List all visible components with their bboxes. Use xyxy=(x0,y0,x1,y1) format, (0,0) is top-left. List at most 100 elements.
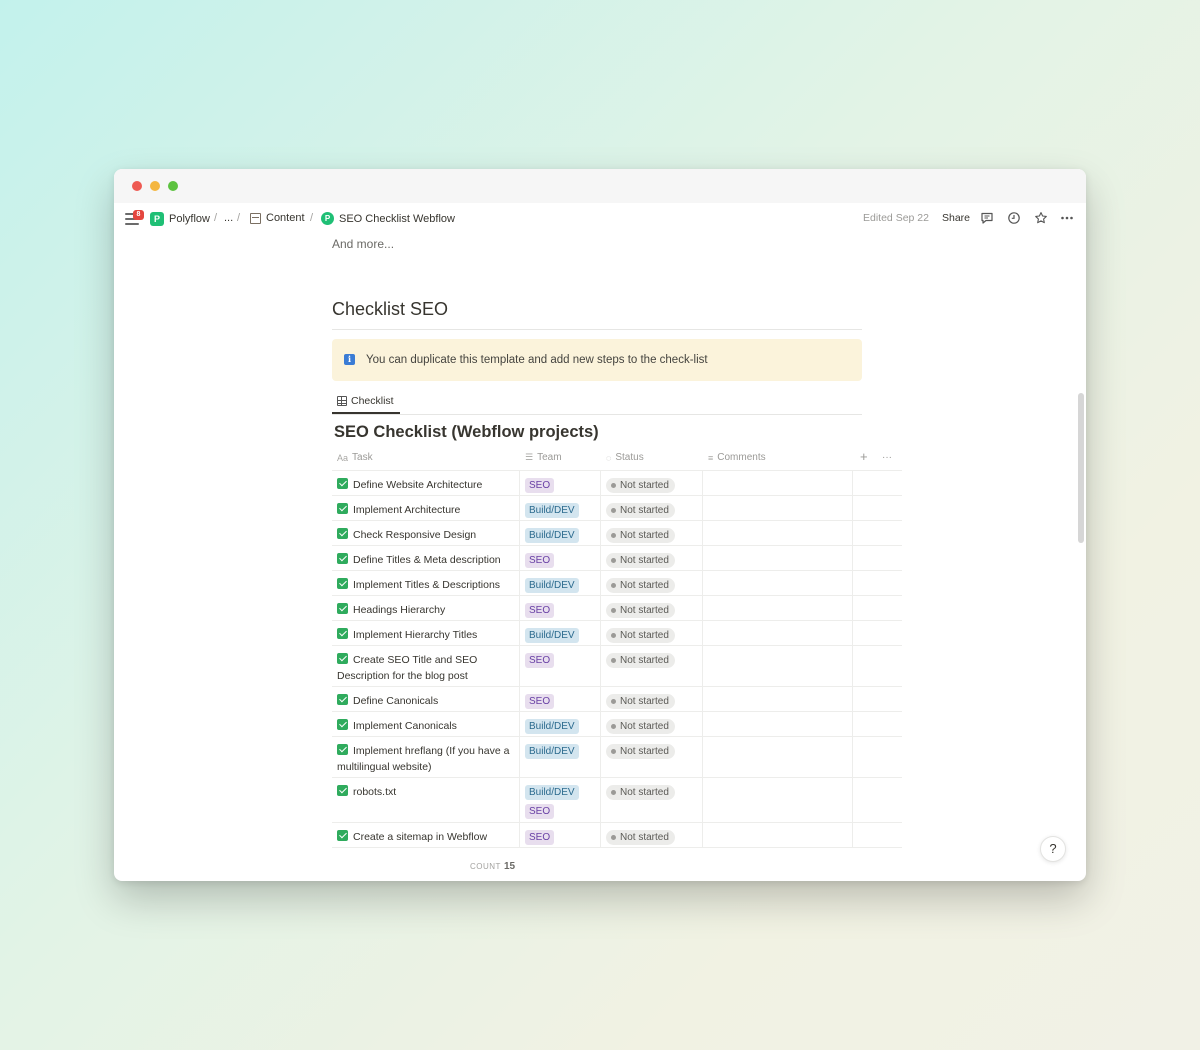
team-tag: SEO xyxy=(525,478,555,493)
comments-cell[interactable] xyxy=(703,823,852,847)
status-cell[interactable]: Not started xyxy=(606,719,675,734)
task-cell[interactable]: Create a sitemap in Webflow xyxy=(337,829,515,845)
status-label: Not started xyxy=(620,505,669,516)
table-row[interactable]: Define Titles & Meta description SEO Not s… xyxy=(332,545,902,570)
comments-cell[interactable] xyxy=(703,687,852,711)
comments-cell[interactable] xyxy=(703,621,852,645)
task-cell[interactable]: Implement Titles & Descriptions xyxy=(337,577,515,593)
close-window-button[interactable] xyxy=(132,181,142,191)
star-icon[interactable] xyxy=(1034,211,1048,225)
table-row[interactable]: Implement Titles & Descriptions Build/DEV… xyxy=(332,570,902,595)
add-property-button[interactable]: + xyxy=(860,449,868,464)
task-cell[interactable]: Headings Hierarchy xyxy=(337,602,515,618)
task-cell[interactable]: Define Website Architecture xyxy=(337,477,515,493)
status-cell[interactable]: Not started xyxy=(606,603,675,618)
team-cell[interactable]: Build/DEV SEO xyxy=(525,785,579,819)
comments-cell[interactable] xyxy=(703,496,852,520)
breadcrumb-workspace[interactable]: P Polyflow xyxy=(150,212,210,226)
database-title[interactable]: SEO Checklist (Webflow projects) xyxy=(334,423,599,442)
notification-badge[interactable]: 8 xyxy=(133,210,144,220)
task-cell[interactable]: Check Responsive Design xyxy=(337,527,515,543)
table-row[interactable]: Check Responsive Design Build/DEV Not star… xyxy=(332,520,902,545)
table-row[interactable]: Create a sitemap in Webflow SEO Not starte… xyxy=(332,822,902,847)
team-cell[interactable]: SEO xyxy=(525,553,555,568)
maximize-window-button[interactable] xyxy=(168,181,178,191)
table-row[interactable]: Define Website Architecture SEO Not starte… xyxy=(332,470,902,495)
status-cell[interactable]: Not started xyxy=(606,578,675,593)
task-cell[interactable]: robots.txt xyxy=(337,784,515,800)
team-cell[interactable]: SEO xyxy=(525,694,555,709)
team-tag: SEO xyxy=(525,653,555,668)
task-cell[interactable]: Implement hreflang (If you have a multil… xyxy=(337,743,515,775)
breadcrumb-content[interactable]: Content xyxy=(250,212,305,224)
team-cell[interactable]: SEO xyxy=(525,653,555,668)
table-row[interactable]: Implement Hierarchy Titles Build/DEV Not s… xyxy=(332,620,902,645)
status-cell[interactable]: Not started xyxy=(606,553,675,568)
clock-icon[interactable] xyxy=(1007,211,1021,225)
table-row[interactable]: Define Canonicals SEO Not started xyxy=(332,686,902,711)
column-divider xyxy=(852,521,853,545)
status-cell[interactable]: Not started xyxy=(606,785,675,800)
comments-cell[interactable] xyxy=(703,712,852,736)
status-cell[interactable]: Not started xyxy=(606,503,675,518)
column-header-team[interactable]: ☰ Team xyxy=(525,452,562,463)
table-row[interactable]: Headings Hierarchy SEO Not started xyxy=(332,595,902,620)
breadcrumb-ellipsis[interactable]: ... xyxy=(224,212,233,224)
table-row[interactable]: Implement Architecture Build/DEV Not start… xyxy=(332,495,902,520)
tab-checklist[interactable]: Checklist xyxy=(332,390,400,414)
task-cell[interactable]: Implement Canonicals xyxy=(337,718,515,734)
comments-cell[interactable] xyxy=(703,596,852,620)
task-cell[interactable]: Create SEO Title and SEO Description for… xyxy=(337,652,515,684)
status-cell[interactable]: Not started xyxy=(606,830,675,845)
help-button[interactable]: ? xyxy=(1040,836,1066,862)
column-header-comments[interactable]: ≡ Comments xyxy=(708,452,766,463)
column-header-task[interactable]: Aa Task xyxy=(337,452,373,463)
task-cell[interactable]: Define Titles & Meta description xyxy=(337,552,515,568)
team-tag: SEO xyxy=(525,830,555,845)
comments-cell[interactable] xyxy=(703,646,852,686)
minimize-window-button[interactable] xyxy=(150,181,160,191)
column-divider xyxy=(600,621,601,645)
team-cell[interactable]: Build/DEV xyxy=(525,719,579,734)
polyflow-logo-icon: P xyxy=(150,212,164,226)
team-cell[interactable]: SEO xyxy=(525,478,555,493)
column-header-status[interactable]: ◌ Status xyxy=(606,452,644,463)
task-cell[interactable]: Implement Hierarchy Titles xyxy=(337,627,515,643)
comments-cell[interactable] xyxy=(703,778,852,822)
team-tag: SEO xyxy=(525,694,555,709)
comments-cell[interactable] xyxy=(703,471,852,495)
page-scrollbar[interactable] xyxy=(1078,393,1084,543)
team-tag: Build/DEV xyxy=(525,628,579,643)
status-cell[interactable]: Not started xyxy=(606,528,675,543)
status-cell[interactable]: Not started xyxy=(606,478,675,493)
task-cell[interactable]: Implement Architecture xyxy=(337,502,515,518)
comments-cell[interactable] xyxy=(703,521,852,545)
team-cell[interactable]: Build/DEV xyxy=(525,528,579,543)
column-divider xyxy=(600,571,601,595)
team-cell[interactable]: Build/DEV xyxy=(525,744,579,759)
comment-icon[interactable] xyxy=(980,211,994,225)
task-cell[interactable]: Define Canonicals xyxy=(337,693,515,709)
table-options-button[interactable]: ··· xyxy=(882,452,892,463)
table-row[interactable]: Implement Canonicals Build/DEV Not started xyxy=(332,711,902,736)
status-badge: Not started xyxy=(606,578,675,593)
team-cell[interactable]: Build/DEV xyxy=(525,578,579,593)
status-cell[interactable]: Not started xyxy=(606,744,675,759)
team-cell[interactable]: SEO xyxy=(525,603,555,618)
status-cell[interactable]: Not started xyxy=(606,653,675,668)
comments-cell[interactable] xyxy=(703,546,852,570)
table-row[interactable]: Implement hreflang (If you have a multil… xyxy=(332,736,902,777)
top-bar: 8 P Polyflow / ... / Content / P SEO Che… xyxy=(114,203,1086,233)
more-icon[interactable] xyxy=(1060,211,1074,225)
team-cell[interactable]: SEO xyxy=(525,830,555,845)
comments-cell[interactable] xyxy=(703,571,852,595)
status-cell[interactable]: Not started xyxy=(606,628,675,643)
table-row[interactable]: Create SEO Title and SEO Description for… xyxy=(332,645,902,686)
breadcrumb-current-page[interactable]: P SEO Checklist Webflow xyxy=(321,212,455,225)
comments-cell[interactable] xyxy=(703,737,852,777)
share-button[interactable]: Share xyxy=(942,212,970,224)
team-cell[interactable]: Build/DEV xyxy=(525,503,579,518)
team-cell[interactable]: Build/DEV xyxy=(525,628,579,643)
table-row[interactable]: robots.txt Build/DEV SEO Not started xyxy=(332,777,902,822)
status-cell[interactable]: Not started xyxy=(606,694,675,709)
